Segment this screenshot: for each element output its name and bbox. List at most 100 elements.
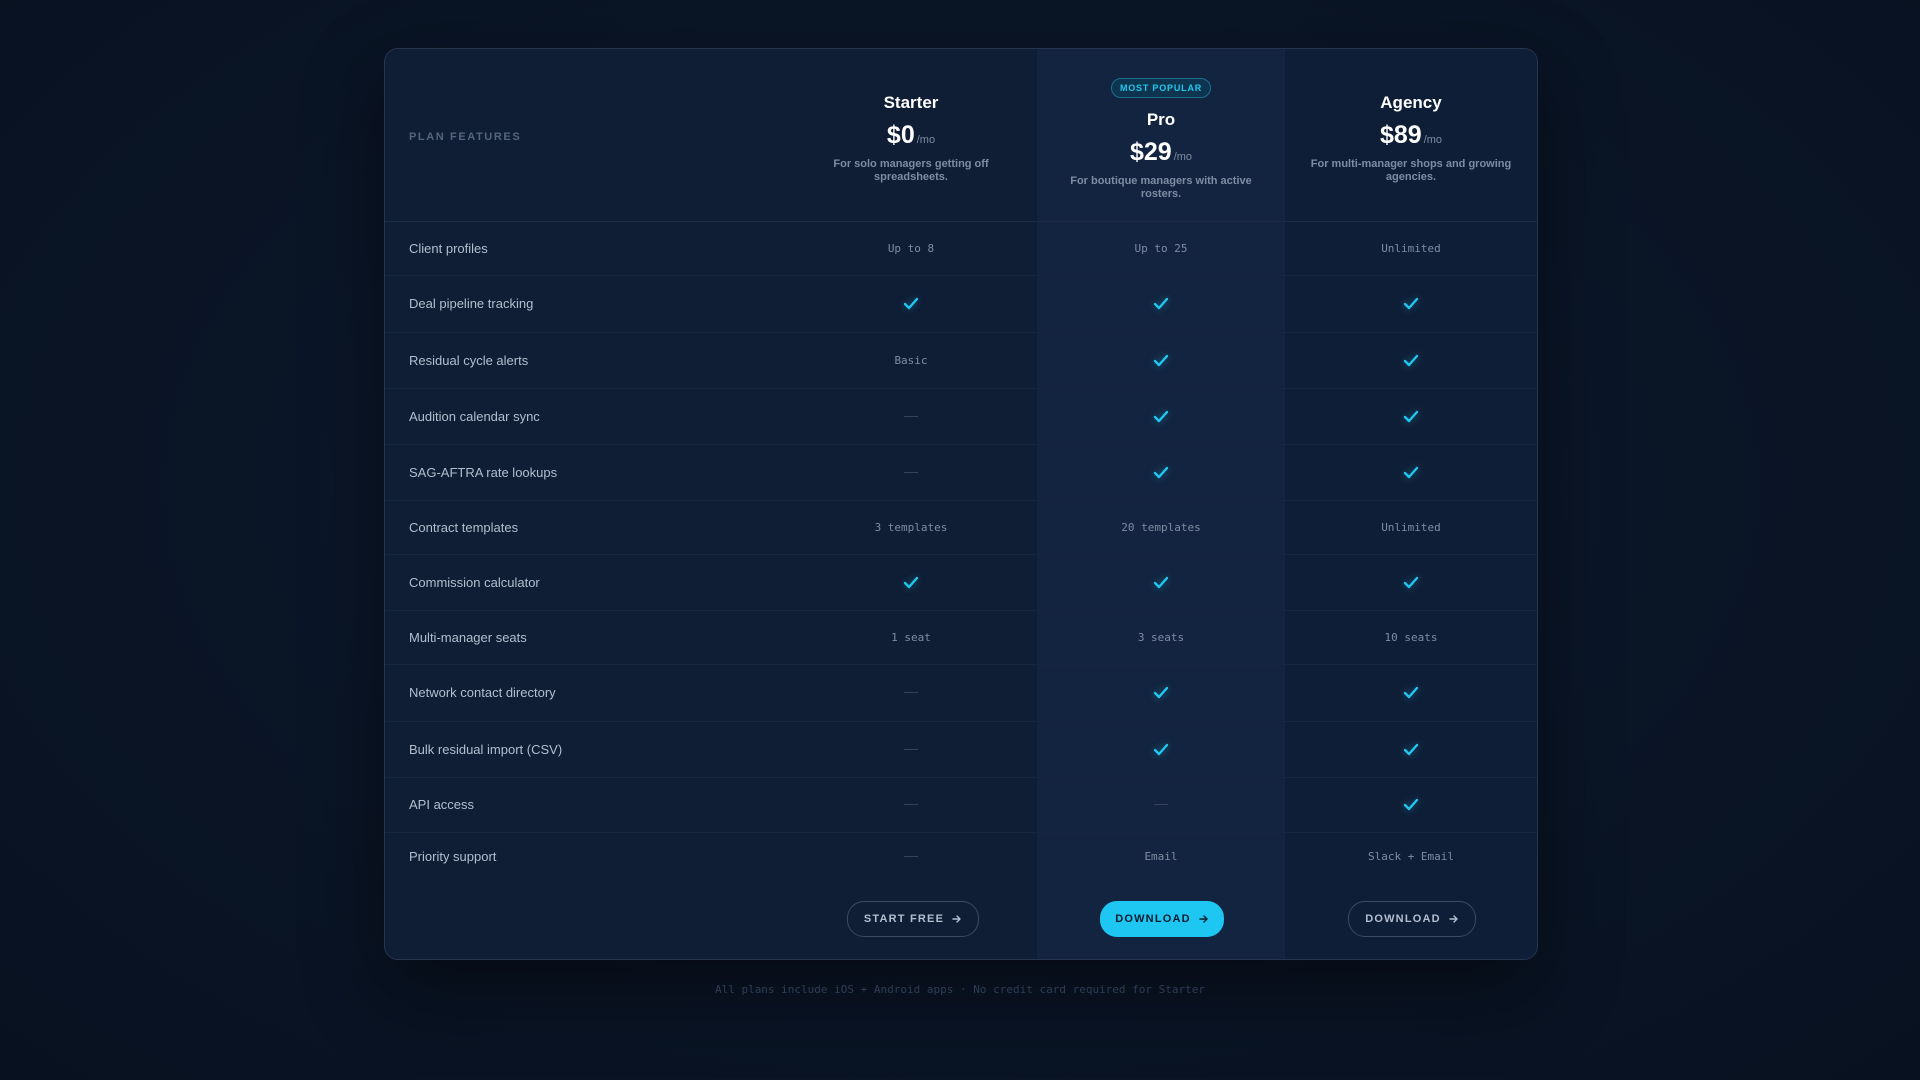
price-line: $0/mo: [785, 121, 1037, 150]
feature-cell: [1285, 777, 1537, 832]
feature-cell: [1037, 275, 1285, 332]
feature-label: Contract templates: [409, 519, 519, 535]
pro-download-button[interactable]: DOWNLOAD: [1100, 901, 1224, 937]
feature-label: Multi-manager seats: [409, 629, 527, 645]
check-icon: [1403, 297, 1419, 310]
plan-starter: Starter $0/mo For solo managers getting …: [785, 49, 1037, 221]
feature-value: 20 templates: [1121, 520, 1201, 534]
arrow-right-icon: [1449, 914, 1459, 924]
plan-price: $89: [1379, 121, 1422, 149]
price-line: $29/mo: [1037, 138, 1285, 167]
feature-cell: Up to 25: [1037, 221, 1285, 275]
feature-cell: Unlimited: [1285, 221, 1537, 275]
check-icon: [1153, 686, 1169, 699]
feature-row: Commission calculator: [385, 554, 1537, 611]
pricing-card: PLAN FEATURES Starter $0/mo For solo man…: [384, 48, 1538, 960]
plan-period: /mo: [1173, 151, 1193, 163]
feature-label: Client profiles: [409, 240, 488, 256]
feature-cell: [1037, 721, 1285, 777]
plan-features-label: PLAN FEATURES: [409, 131, 522, 143]
feature-value: Slack + Email: [1367, 850, 1455, 863]
feature-cell: [1037, 332, 1285, 388]
feature-cell: 10 seats: [1285, 610, 1537, 664]
feature-cell: 1 seat: [785, 610, 1037, 664]
check-icon: [1153, 576, 1169, 589]
feature-label: Bulk residual import (CSV): [409, 741, 563, 757]
button-label: START FREE: [863, 913, 945, 925]
start-free-button[interactable]: START FREE: [847, 901, 979, 937]
plan-description: For multi-manager shops and growing agen…: [1310, 158, 1512, 183]
feature-row: Audition calendar sync: [385, 388, 1537, 445]
feature-row: Client profiles Up to 8 Up to 25 Unlimited: [385, 221, 1537, 276]
check-icon: [903, 576, 919, 589]
feature-row: SAG-AFTRA rate lookups: [385, 444, 1537, 501]
arrow-right-icon: [1199, 914, 1209, 924]
feature-label: Commission calculator: [409, 574, 540, 590]
feature-cell: Basic: [785, 332, 1037, 388]
feature-value: 3 seats: [1137, 630, 1185, 644]
feature-cell: [1285, 275, 1537, 332]
check-icon: [1403, 686, 1419, 699]
check-icon: [1153, 297, 1169, 310]
feature-label: Residual cycle alerts: [409, 352, 529, 368]
feature-cell: [1285, 664, 1537, 721]
feature-value: 1 seat: [891, 630, 931, 644]
feature-value: Unlimited: [1381, 520, 1441, 534]
pricing-grid: PLAN FEATURES Starter $0/mo For solo man…: [385, 49, 1537, 959]
feature-row: Deal pipeline tracking: [385, 275, 1537, 333]
most-popular-badge: MOST POPULAR: [1110, 78, 1212, 98]
feature-row: Multi-manager seats 1 seat 3 seats 10 seats: [385, 610, 1537, 665]
feature-cell: 3 templates: [785, 500, 1037, 554]
check-icon: [1403, 354, 1419, 367]
button-label: DOWNLOAD: [1115, 913, 1191, 925]
feature-cell: [1285, 721, 1537, 777]
feature-value: Up to 8: [887, 241, 935, 255]
check-icon: [1153, 743, 1169, 756]
feature-label: Deal pipeline tracking: [409, 296, 534, 311]
plan-name: Starter: [883, 93, 939, 112]
dash-icon: [904, 471, 918, 473]
feature-row: Bulk residual import (CSV): [385, 721, 1537, 778]
feature-cell: [1037, 388, 1285, 444]
feature-value: Up to 25: [1134, 241, 1188, 255]
feature-cell: [1037, 444, 1285, 500]
feature-cell: Slack + Email: [1285, 832, 1537, 881]
plan-name: Pro: [1146, 110, 1176, 129]
dash-icon: [904, 692, 918, 693]
feature-cell: Unlimited: [1285, 500, 1537, 554]
plan-pro: MOST POPULAR Pro $29/mo For boutique man…: [1037, 49, 1285, 221]
feature-cell: [785, 721, 1037, 777]
plan-description: For boutique managers with active roster…: [1070, 175, 1252, 200]
feature-label: Priority support: [409, 849, 497, 864]
plan-description: For solo managers getting off spreadshee…: [833, 158, 989, 183]
feature-row: Residual cycle alerts Basic: [385, 332, 1537, 389]
feature-label: API access: [409, 797, 475, 812]
dash-icon: [1154, 804, 1168, 805]
feature-cell: [785, 777, 1037, 832]
dash-icon: [904, 415, 918, 417]
check-icon: [1403, 743, 1419, 756]
feature-row: Contract templates 3 templates 20 template…: [385, 500, 1537, 555]
price-line: $89/mo: [1285, 121, 1537, 150]
plan-agency: Agency $89/mo For multi-manager shops an…: [1285, 49, 1537, 221]
feature-value: 10 seats: [1384, 630, 1438, 644]
feature-cell: [785, 388, 1037, 444]
dash-icon: [904, 856, 918, 857]
feature-cell: [785, 554, 1037, 610]
agency-download-button[interactable]: DOWNLOAD: [1348, 901, 1476, 937]
feature-cell: [1285, 388, 1537, 444]
check-icon: [1403, 798, 1419, 811]
feature-row: API access: [385, 777, 1537, 833]
feature-cell: [785, 664, 1037, 721]
feature-value: 3 templates: [874, 520, 948, 534]
arrow-right-icon: [952, 914, 962, 924]
check-icon: [1153, 354, 1169, 367]
plan-name: Agency: [1380, 93, 1442, 112]
feature-cell: [1037, 554, 1285, 610]
plans-header: PLAN FEATURES Starter $0/mo For solo man…: [385, 49, 1537, 222]
plan-price: $29: [1129, 138, 1172, 166]
feature-cell: [785, 832, 1037, 881]
plan-period: /mo: [1423, 134, 1443, 146]
feature-cell: [1285, 554, 1537, 610]
feature-cell: 20 templates: [1037, 500, 1285, 554]
